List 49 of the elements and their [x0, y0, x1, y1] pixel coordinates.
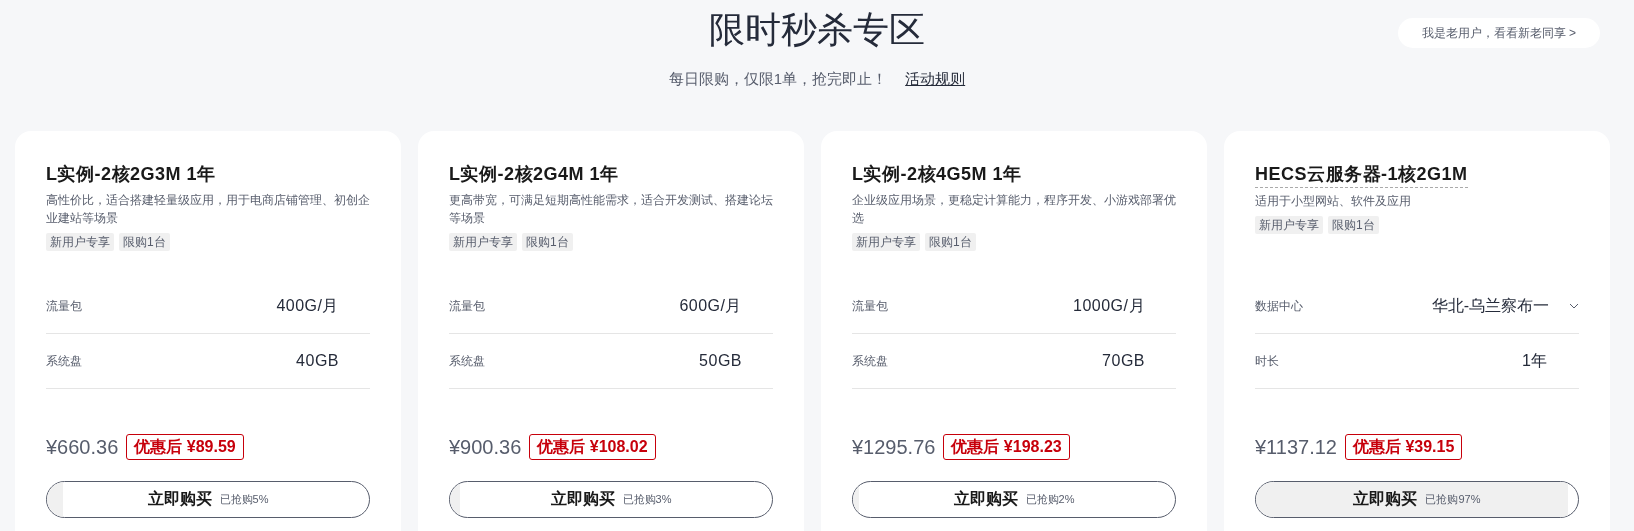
- tag: 限购1台: [1328, 215, 1379, 234]
- discount-price: 优惠后 ¥39.15: [1344, 433, 1463, 460]
- spec-value: 400G/月: [276, 295, 340, 316]
- card-description: 高性价比，适合搭建轻量级应用，用于电商店铺管理、初创企业建站等场景: [46, 191, 370, 227]
- spec-label: 流量包: [852, 297, 888, 315]
- tag: 限购1台: [925, 232, 976, 251]
- spec-label: 系统盘: [449, 352, 485, 370]
- discount-price: 优惠后 ¥108.02: [529, 433, 656, 460]
- tag: 新用户专享: [449, 232, 517, 251]
- spec-label: 系统盘: [46, 352, 82, 370]
- card-title: L实例-2核2G3M 1年: [46, 162, 216, 186]
- card-description: 企业级应用场景，更稳定计算能力，程序开发、小游戏部署优选: [852, 191, 1176, 227]
- discount-price: 优惠后 ¥198.23: [943, 433, 1070, 460]
- spec-label: 时长: [1255, 352, 1279, 370]
- old-user-button[interactable]: 我是老用户，看看新老同享 >: [1397, 18, 1600, 48]
- tag: 限购1台: [522, 232, 573, 251]
- tag: 新用户专享: [852, 232, 920, 251]
- discount-price: 优惠后 ¥89.59: [126, 433, 244, 460]
- spec-value: 1000G/月: [1073, 295, 1146, 316]
- spec-value: 50GB: [699, 350, 743, 371]
- subtitle: 每日限购，仅限1单，抢完即止！: [668, 69, 888, 89]
- card-description: 适用于小型网站、软件及应用: [1255, 192, 1412, 210]
- spec-label: 数据中心: [1255, 297, 1303, 315]
- spec-value: 600G/月: [679, 295, 743, 316]
- spec-label: 流量包: [449, 297, 485, 315]
- buy-button[interactable]: 立即购买 已抢购3%: [449, 480, 773, 518]
- card-title: L实例-2核4G5M 1年: [852, 162, 1022, 186]
- spec-value: 70GB: [1102, 350, 1146, 371]
- original-price: ¥660.36: [46, 434, 119, 460]
- tag: 限购1台: [119, 232, 170, 251]
- card-title: L实例-2核2G4M 1年: [449, 162, 619, 186]
- rules-link[interactable]: 活动规则: [905, 68, 966, 91]
- original-price: ¥900.36: [449, 434, 522, 460]
- buy-button[interactable]: 立即购买 已抢购2%: [852, 480, 1176, 518]
- page-title: 限时秒杀专区: [709, 8, 925, 52]
- original-price: ¥1295.76: [852, 434, 936, 460]
- spec-value: 1年: [1522, 350, 1549, 371]
- card-description: 更高带宽，可满足短期高性能需求，适合开发测试、搭建论坛等场景: [449, 191, 773, 227]
- original-price: ¥1137.12: [1255, 434, 1337, 460]
- card-title: HECS云服务器-1核2G1M: [1255, 160, 1468, 188]
- data-center-select[interactable]: 华北-乌兰察布一: [1431, 293, 1579, 318]
- tag: 新用户专享: [1255, 215, 1323, 234]
- tag: 新用户专享: [46, 232, 114, 251]
- chevron-down-icon: [1569, 302, 1579, 309]
- buy-button[interactable]: 立即购买 已抢购97%: [1255, 480, 1579, 518]
- buy-button[interactable]: 立即购买 已抢购5%: [46, 480, 370, 518]
- spec-label: 系统盘: [852, 352, 888, 370]
- spec-value: 40GB: [296, 350, 340, 371]
- spec-label: 流量包: [46, 297, 82, 315]
